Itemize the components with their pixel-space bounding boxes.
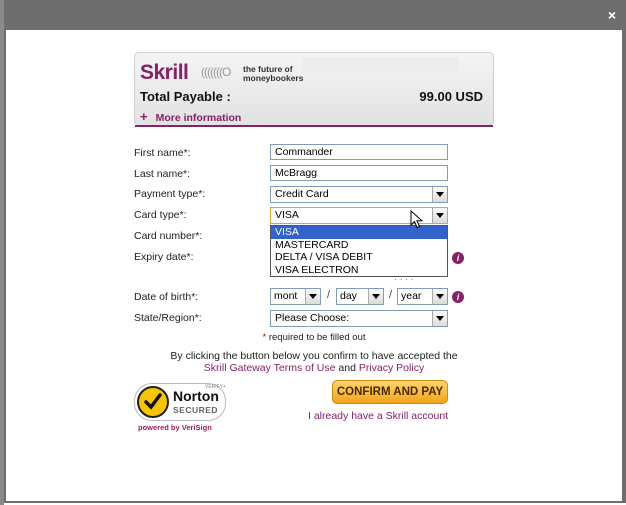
date-of-birth-label: Date of birth*:: [134, 291, 199, 303]
total-payable-label: Total Payable :: [140, 89, 231, 104]
modal-header: ×: [4, 0, 626, 30]
chevron-down-icon[interactable]: [305, 289, 320, 304]
verisign-text: powered by VeriSign: [138, 423, 212, 432]
state-region-select[interactable]: Please Choose:: [270, 310, 448, 327]
terms-text: By clicking the button below you confirm…: [170, 350, 458, 362]
checkmark-icon: [137, 386, 169, 418]
card-type-dropdown: VISA MASTERCARD DELTA / VISA DEBIT VISA …: [270, 225, 448, 277]
chevron-down-icon[interactable]: [432, 187, 447, 202]
plus-icon: +: [140, 109, 148, 124]
first-name-label: First name*:: [134, 147, 191, 159]
dob-year-select[interactable]: year: [397, 288, 448, 305]
more-information-link[interactable]: + More information: [140, 109, 241, 124]
norton-secured-text: SECURED: [173, 405, 219, 415]
date-separator: /: [389, 289, 393, 301]
required-note: * required to be filled out: [262, 332, 366, 343]
skrill-header-panel: Skrill (((((((O the future of moneybooke…: [134, 52, 494, 127]
mouse-cursor-icon: [410, 210, 424, 229]
last-name-field[interactable]: McBragg: [270, 165, 448, 181]
state-region-label: State/Region*:: [134, 312, 202, 324]
privacy-policy-link[interactable]: Privacy Policy: [359, 362, 424, 374]
info-icon[interactable]: i: [452, 291, 464, 303]
payment-modal: × Skrill (((((((O the future of moneyboo…: [4, 0, 626, 503]
info-icon[interactable]: i: [452, 252, 464, 264]
first-name-field[interactable]: Commander: [270, 144, 448, 160]
date-separator: /: [327, 289, 331, 301]
last-name-label: Last name*:: [134, 168, 191, 180]
header-underline: [135, 125, 493, 127]
dob-day-select[interactable]: day: [336, 288, 384, 305]
redacted-area: [303, 57, 459, 71]
modal-body: Skrill (((((((O the future of moneybooke…: [6, 30, 622, 501]
card-number-label: Card number*:: [134, 230, 203, 242]
skrill-logo: Skrill: [140, 61, 189, 84]
dropdown-option-delta-visa-debit[interactable]: DELTA / VISA DEBIT: [271, 251, 447, 264]
expiry-date-label: Expiry date*:: [134, 251, 194, 263]
chevron-down-icon[interactable]: [368, 289, 383, 304]
terms-links: Skrill Gateway Terms of Use and Privacy …: [203, 362, 425, 374]
payment-type-label: Payment type*:: [134, 188, 206, 200]
confirm-and-pay-button[interactable]: CONFIRM AND PAY: [332, 380, 448, 404]
close-button[interactable]: ×: [608, 7, 616, 23]
total-payable-amount: 99.00 USD: [419, 89, 483, 104]
chevron-down-icon[interactable]: [432, 289, 447, 304]
norton-verify-text: VERIFY+: [205, 384, 226, 390]
chevron-down-icon[interactable]: [432, 311, 447, 326]
obscured-text: · · · ·: [394, 274, 414, 284]
dob-month-select[interactable]: mont: [270, 288, 321, 305]
norton-secured-badge[interactable]: Norton SECURED VERIFY+ powered by VeriSi…: [134, 379, 230, 433]
chevron-down-icon[interactable]: [432, 208, 447, 223]
payment-type-select[interactable]: Credit Card: [270, 186, 448, 203]
dropdown-option-mastercard[interactable]: MASTERCARD: [271, 239, 447, 252]
terms-of-use-link[interactable]: Skrill Gateway Terms of Use: [204, 362, 336, 374]
norton-name: Norton: [173, 388, 219, 404]
skrill-rings-icon: (((((((O: [201, 65, 231, 79]
existing-account-link[interactable]: I already have a Skrill account: [308, 410, 448, 422]
card-type-label: Card type*:: [134, 209, 187, 221]
dropdown-option-visa-electron[interactable]: VISA ELECTRON: [271, 264, 447, 277]
norton-badge-frame: Norton SECURED VERIFY+: [134, 383, 226, 421]
